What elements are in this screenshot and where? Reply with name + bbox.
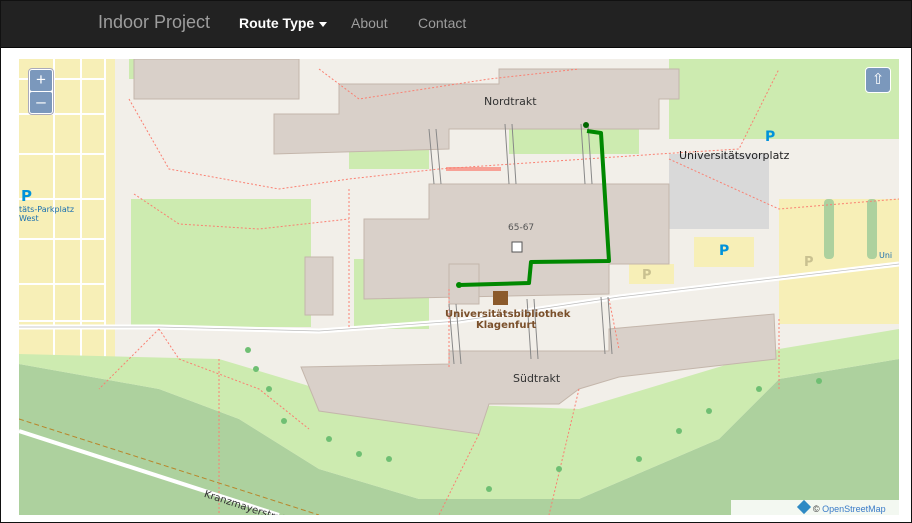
label-library-line1: Universitätsbibliothek <box>445 309 571 320</box>
label-universitaetsvorplatz: Universitätsvorplatz <box>679 149 790 162</box>
right-parking-area <box>779 199 899 324</box>
map-view[interactable]: Nordtrakt Universitätsvorplatz 65-67 Uni… <box>19 59 899 515</box>
parking-icon-faded: P <box>642 268 652 283</box>
grass-area <box>131 199 311 327</box>
route-end-marker <box>583 122 589 128</box>
building-entrance-icon <box>511 241 523 253</box>
caret-down-icon <box>319 21 328 27</box>
universitaetsvorplatz-area <box>669 154 769 229</box>
route-type-label: Route Type <box>239 15 315 31</box>
bicycle-parking-icon-top: P <box>765 129 776 145</box>
label-suedtrakt: Südtrakt <box>513 372 561 385</box>
route-start-marker <box>456 282 462 288</box>
zoom-out-button[interactable]: – <box>30 92 52 113</box>
osm-layers-icon <box>796 499 812 515</box>
nav-link-about[interactable]: About <box>351 15 388 31</box>
library-icon <box>493 291 508 305</box>
parking-icon-left: P <box>21 187 32 205</box>
label-nordtrakt: Nordtrakt <box>484 95 537 108</box>
share-up-icon[interactable]: ⇧ <box>865 67 891 93</box>
parking-icon-right: P <box>804 255 814 270</box>
bicycle-parking-icon-middle: P <box>719 243 730 259</box>
map-tiles <box>19 59 899 515</box>
label-parking-line1: täts-Parkplatz <box>19 205 75 214</box>
zoom-in-button[interactable]: + <box>30 70 52 91</box>
label-building-number: 65-67 <box>508 223 535 233</box>
nav-link-contact[interactable]: Contact <box>418 15 466 31</box>
label-right-edge: Uni <box>879 251 893 260</box>
map-attribution: © OpenStreetMap <box>731 499 899 515</box>
app-window: Indoor Project Route Type About Contact <box>0 0 912 523</box>
navbar-brand[interactable]: Indoor Project <box>98 12 210 33</box>
attribution-prefix: © <box>813 504 820 514</box>
route-type-dropdown[interactable]: Route Type <box>239 15 328 31</box>
label-parking-line2: West <box>19 214 39 223</box>
label-library-line2: Klagenfurt <box>476 320 537 331</box>
openstreetmap-link[interactable]: OpenStreetMap <box>822 504 886 514</box>
zoom-control: + – <box>28 68 54 115</box>
top-navbar: Indoor Project Route Type About Contact <box>1 1 911 48</box>
